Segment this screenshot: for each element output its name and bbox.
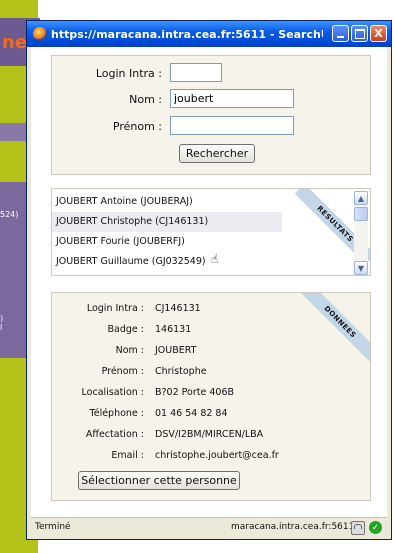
- result-item[interactable]: JOUBERT Christophe (CJ146131): [52, 212, 282, 232]
- login-intra-input[interactable]: [170, 63, 222, 82]
- scroll-thumb[interactable]: [354, 207, 368, 221]
- details-ribbon: DONNEES: [299, 293, 370, 363]
- scroll-down-icon[interactable]: ▼: [354, 261, 368, 275]
- search-form: Login Intra : Nom : Prénom : Rechercher: [51, 55, 371, 175]
- detail-value: CJ146131: [155, 303, 201, 314]
- detail-label: Nom :: [115, 345, 144, 356]
- detail-label: Téléphone :: [89, 408, 144, 419]
- maximize-button[interactable]: [351, 25, 368, 42]
- person-details: DONNEES Login Intra : CJ146131 Badge : 1…: [51, 292, 371, 501]
- status-host: maracana.intra.cea.fr:5611: [231, 522, 355, 532]
- detail-label: Affectation :: [85, 429, 144, 440]
- scroll-up-icon[interactable]: ▲: [354, 191, 368, 205]
- search-user-window: https://maracana.intra.cea.fr:5611 - Sea…: [26, 20, 392, 540]
- status-text: Terminé: [35, 522, 71, 532]
- results-scrollbar[interactable]: ▲ ▼: [354, 191, 368, 275]
- window-titlebar[interactable]: https://maracana.intra.cea.fr:5611 - Sea…: [27, 21, 391, 47]
- minimize-button[interactable]: [332, 25, 349, 42]
- result-item[interactable]: JOUBERT Guillaume (GJ032549): [52, 252, 352, 272]
- search-button[interactable]: Rechercher: [179, 144, 255, 163]
- background-side-text: 524): [0, 210, 19, 219]
- window-title: https://maracana.intra.cea.fr:5611 - Sea…: [51, 27, 323, 41]
- detail-label: Localisation :: [81, 387, 144, 398]
- prenom-input[interactable]: [170, 116, 294, 135]
- detail-value: JOUBERT: [155, 345, 197, 356]
- detail-value: 146131: [155, 324, 192, 335]
- prenom-label: Prénom :: [112, 120, 162, 133]
- detail-value: 01 46 54 82 84: [155, 408, 228, 419]
- nom-label: Nom :: [129, 93, 162, 106]
- background-side-text-2: ) l: [0, 314, 4, 332]
- detail-label: Prénom :: [101, 366, 144, 377]
- detail-label: Badge :: [107, 324, 144, 335]
- firefox-icon: [33, 27, 47, 41]
- login-intra-label: Login Intra :: [95, 67, 162, 80]
- detail-label: Login Intra :: [86, 303, 144, 314]
- result-item[interactable]: JOUBERT Fourie (JOUBERFJ): [52, 232, 352, 252]
- select-person-button[interactable]: Sélectionner cette personne: [78, 471, 240, 490]
- close-button[interactable]: X: [370, 25, 387, 42]
- detail-value: christophe.joubert@cea.fr: [155, 450, 279, 461]
- detail-value: DSV/I2BM/MIRCEN/LBA: [155, 429, 264, 440]
- hand-cursor-icon: ☝: [211, 252, 219, 266]
- check-icon: ✓: [369, 521, 382, 534]
- nom-input[interactable]: [170, 89, 294, 108]
- window-content: Login Intra : Nom : Prénom : Rechercher …: [31, 47, 387, 517]
- detail-value: Christophe: [155, 366, 207, 377]
- status-bar: Terminé maracana.intra.cea.fr:5611 ✓: [31, 517, 387, 538]
- detail-value: B?02 Porte 406B: [155, 387, 235, 398]
- lock-icon[interactable]: [351, 521, 365, 535]
- detail-label: Email :: [111, 450, 144, 461]
